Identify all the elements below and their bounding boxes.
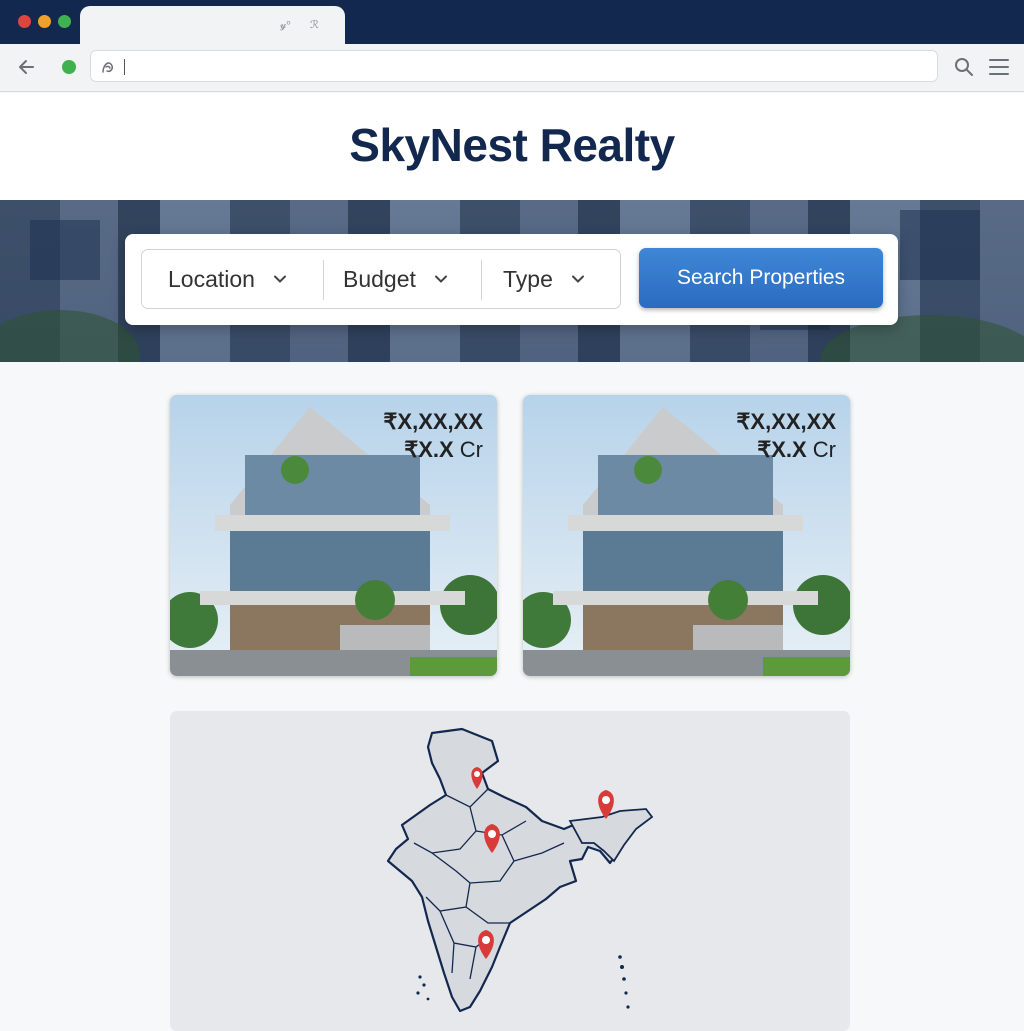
active-tab[interactable]: 𝓎ᵒ ℛ [80,6,345,44]
chevron-down-icon [273,275,286,283]
listing-price-unit: Cr [806,437,836,462]
text-cursor [124,59,125,75]
filter-divider [481,260,482,300]
chevron-down-icon [571,275,584,283]
listing-price-secondary: ₹X.X Cr [404,437,483,463]
listing-price-primary: ₹X,XX,XX [383,409,483,434]
listing-price-amount: ₹X.X [404,437,454,462]
search-properties-button[interactable]: Search Properties [639,248,883,308]
listing-card[interactable]: ₹X,XX,XX ₹X.X Cr [523,395,850,676]
maximize-window-dot[interactable] [58,15,71,28]
location-dropdown[interactable]: Location [168,250,287,308]
property-search-panel: Location Budget Type Search Properties [125,234,898,325]
arrow-left-icon[interactable] [16,56,38,78]
type-dropdown[interactable]: Type [503,250,585,308]
search-icon[interactable] [953,56,975,78]
address-bar[interactable] [90,50,938,82]
close-window-dot[interactable] [18,15,31,28]
site-logo-title[interactable]: SkyNest Realty [0,118,1024,172]
listing-price-secondary: ₹X.X Cr [757,437,836,463]
tab-bar: 𝓎ᵒ ℛ [0,0,1024,44]
chevron-down-icon [434,275,447,283]
hamburger-menu-icon[interactable] [988,58,1010,76]
india-map [386,727,654,1013]
listing-price-unit: Cr [453,437,483,462]
budget-dropdown[interactable]: Budget [343,250,448,308]
location-dropdown-label: Location [168,265,255,292]
listing-price-amount: ₹X.X [757,437,807,462]
listing-card[interactable]: ₹X,XX,XX ₹X.X Cr [170,395,497,676]
secure-dot-icon [62,60,76,74]
hero-building-window [900,210,980,280]
property-map[interactable] [170,711,850,1031]
tab-glyph-1: 𝓎ᵒ [280,18,291,31]
filter-group: Location Budget Type [141,249,621,309]
browser-chrome: 𝓎ᵒ ℛ [0,0,1024,92]
minimize-window-dot[interactable] [38,15,51,28]
india-outline [386,727,652,1013]
filter-divider [323,260,324,300]
hero-foliage [0,310,140,362]
site-favicon-icon [102,62,113,73]
budget-dropdown-label: Budget [343,265,416,292]
type-dropdown-label: Type [503,265,553,292]
hero-building-window [30,220,100,280]
tab-glyph-2: ℛ [310,18,319,31]
listing-price-primary: ₹X,XX,XX [736,409,836,434]
